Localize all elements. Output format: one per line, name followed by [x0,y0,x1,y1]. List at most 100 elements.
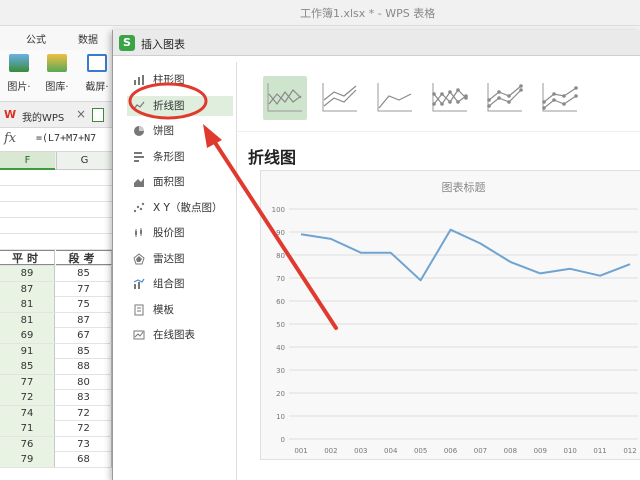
workbook-tab-icon[interactable] [92,108,104,122]
screenshot-button[interactable]: 截屏· [82,54,112,98]
cell-g[interactable]: 73 [56,436,112,452]
category-item-scatter-chart[interactable]: X Y（散点图） [127,198,233,218]
y-tick-label: 0 [281,436,285,444]
tab-formula[interactable]: 公式 [26,31,46,46]
column-headers: F G [0,152,112,170]
x-tick-label: 004 [384,447,398,455]
bar-chart-icon [134,151,144,162]
cell-g[interactable]: 75 [56,297,112,312]
y-tick-label: 40 [276,344,285,352]
cell-f[interactable]: 77 [0,374,55,390]
table-row: 87 77 [0,281,112,297]
line-subtype-1[interactable] [263,76,307,120]
chart-preview: 图表标题 0 10 20 30 40 50 60 70 80 90 100 001 002 003 004 00… [260,170,640,460]
gallery-button[interactable]: 图库· [42,54,72,98]
category-label: X Y（散点图） [153,201,223,214]
stock-chart-icon [135,228,142,237]
category-item-stock-chart[interactable]: 股价图 [127,223,233,243]
x-tick-label: 011 [593,447,606,455]
y-tick-label: 90 [276,229,285,237]
category-item-combo-chart[interactable]: 组合图 [127,274,233,294]
cell-f[interactable]: 76 [0,436,55,452]
category-item-template[interactable]: 模板 [127,300,233,320]
cell-g[interactable]: 83 [56,390,112,405]
line-subtype-thumbnail [542,83,578,112]
wps-logo-icon: W [4,108,17,121]
line-subtype-thumbnail [322,83,357,112]
close-icon[interactable]: × [76,107,86,121]
cell-g[interactable]: 77 [56,281,112,297]
cell-f[interactable]: 69 [0,328,55,343]
fx-icon[interactable]: fx [4,131,16,146]
line-subtype-2[interactable] [318,76,362,120]
cell-f[interactable]: 72 [0,390,55,405]
cell-f[interactable]: 81 [0,312,55,328]
line-subtype-5[interactable] [483,76,527,120]
column-header-g[interactable]: G [56,152,112,170]
column-header-f[interactable]: F [0,152,55,170]
cell-g[interactable]: 68 [56,452,112,467]
chart-subtype-row [238,62,640,132]
cell-f[interactable]: 79 [0,452,55,467]
category-label: 组合图 [153,278,185,290]
category-label: 股价图 [153,227,185,239]
cell-f[interactable]: 91 [0,343,55,359]
line-subtype-3[interactable] [373,76,417,120]
picture-icon [9,54,29,72]
cell-g[interactable]: 72 [56,421,112,436]
tab-data[interactable]: 数据 [78,31,98,46]
cell-g[interactable]: 85 [56,266,112,281]
cell-g[interactable]: 67 [56,328,112,343]
my-wps-tab[interactable]: 我的WPS [22,109,64,124]
picture-label: 图片· [7,82,31,93]
header-cell[interactable]: 段考 [56,250,112,265]
cell-f[interactable]: 81 [0,297,55,312]
cell-f[interactable]: 85 [0,359,55,374]
x-tick-label: 001 [294,447,307,455]
header-cell[interactable]: 平时 [0,250,55,265]
table-row: 89 85 [0,266,112,282]
cell-g[interactable]: 88 [56,359,112,374]
table-row: 81 75 [0,297,112,313]
spreadsheet-grid[interactable]: 平时 段考 89 85 87 77 81 75 81 87 69 67 91 85 85 88 77 80 72 83… [0,170,112,480]
app-title: 工作簿1.xlsx * - WPS 表格 [300,7,436,20]
dialog-titlebar[interactable]: S 插入图表 [113,30,640,56]
y-tick-label: 10 [276,413,285,421]
line-chart-icon [133,101,145,109]
category-item-line-chart[interactable]: 折线图 [127,95,233,116]
category-item-online-chart[interactable]: 在线图表 [127,325,233,345]
app-titlebar: 工作簿1.xlsx * - WPS 表格 [0,0,640,26]
x-tick-label: 003 [354,447,367,455]
y-tick-label: 60 [276,298,285,306]
table-row: 85 88 [0,359,112,375]
document-tabs: W 我的WPS × [0,102,112,128]
cell-g[interactable]: 72 [56,405,112,421]
line-subtype-6[interactable] [538,76,582,120]
line-subtype-thumbnail [432,83,468,112]
chart-category-list: 柱形图折线图饼图条形图面积图 X Y（散点图） 股价图雷达图组合图模板在线图表 [125,62,237,480]
cell-g[interactable]: 80 [56,374,112,390]
chart-content-panel: 折线图 图表标题 0 10 20 30 40 50 60 70 80 90 100 001 002 003 0… [238,62,640,480]
category-item-column-chart[interactable]: 柱形图 [127,70,233,90]
line-subtype-4[interactable] [428,76,472,120]
x-tick-label: 008 [504,447,517,455]
picture-button[interactable]: 图片· [4,54,34,98]
category-item-area-chart[interactable]: 面积图 [127,172,233,192]
x-tick-label: 012 [623,447,636,455]
category-item-pie-chart[interactable]: 饼图 [127,121,233,141]
category-item-bar-chart[interactable]: 条形图 [127,147,233,167]
category-label: 条形图 [153,150,185,163]
table-row: 77 80 [0,374,112,390]
cell-g[interactable]: 85 [56,343,112,359]
cell-f[interactable]: 74 [0,405,55,421]
cell-f[interactable]: 87 [0,281,55,297]
cell-f[interactable]: 71 [0,421,55,436]
screenshot-label: 截屏· [85,82,109,93]
area-chart-icon [134,178,144,187]
cell-f[interactable]: 89 [0,266,55,281]
category-item-radar-chart[interactable]: 雷达图 [127,249,233,269]
formula-input[interactable]: =(L7+M7+N7 [36,133,96,144]
cell-g[interactable]: 87 [56,312,112,328]
table-row: 72 83 [0,390,112,406]
empty-row [0,186,112,202]
